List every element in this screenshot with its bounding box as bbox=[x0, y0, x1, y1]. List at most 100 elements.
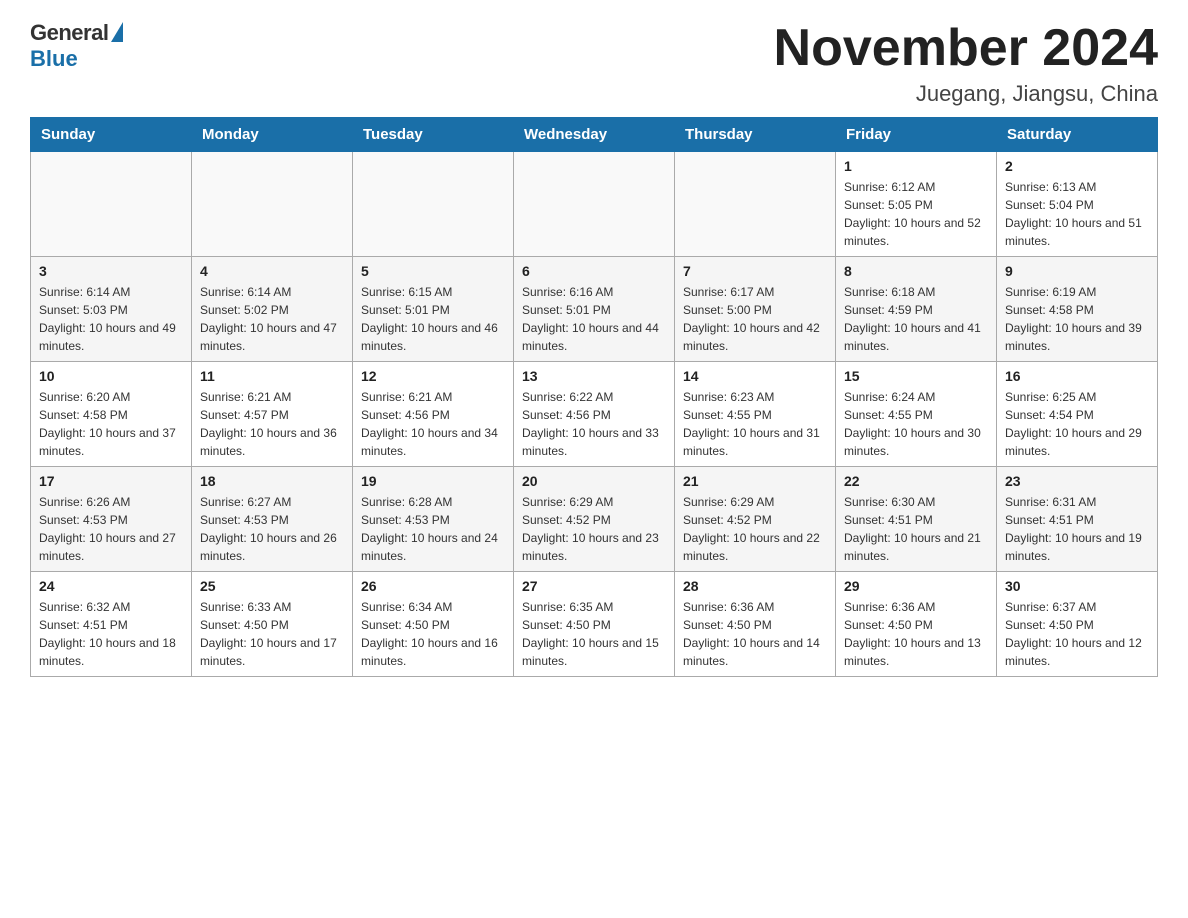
day-info: Sunrise: 6:17 AMSunset: 5:00 PMDaylight:… bbox=[683, 283, 827, 355]
weekday-header-saturday: Saturday bbox=[997, 118, 1158, 152]
calendar-cell: 17Sunrise: 6:26 AMSunset: 4:53 PMDayligh… bbox=[31, 467, 192, 572]
day-number: 22 bbox=[844, 473, 988, 489]
calendar-week-row: 3 Sunrise: 6:14 AMSunset: 5:03 PMDaylight… bbox=[31, 257, 1158, 362]
calendar-cell bbox=[353, 152, 514, 257]
calendar-cell: 11 Sunrise: 6:21 AMSunset: 4:57 PMDayligh… bbox=[192, 362, 353, 467]
calendar-cell: 8Sunrise: 6:18 AMSunset: 4:59 PMDaylight… bbox=[836, 257, 997, 362]
month-title: November 2024 bbox=[774, 20, 1158, 77]
calendar-cell: 26 Sunrise: 6:34 AMSunset: 4:50 PMDayligh… bbox=[353, 572, 514, 677]
day-info: Sunrise: 6:19 AMSunset: 4:58 PMDaylight:… bbox=[1005, 283, 1149, 355]
day-number: 18 bbox=[200, 473, 344, 489]
calendar-cell: 9 Sunrise: 6:19 AMSunset: 4:58 PMDaylight… bbox=[997, 257, 1158, 362]
day-info: Sunrise: 6:14 AMSunset: 5:03 PMDaylight:… bbox=[39, 283, 183, 355]
day-number: 11 bbox=[200, 368, 344, 384]
calendar-cell: 5 Sunrise: 6:15 AMSunset: 5:01 PMDaylight… bbox=[353, 257, 514, 362]
calendar-cell: 10Sunrise: 6:20 AMSunset: 4:58 PMDayligh… bbox=[31, 362, 192, 467]
calendar-table: SundayMondayTuesdayWednesdayThursdayFrid… bbox=[30, 117, 1158, 677]
weekday-header-sunday: Sunday bbox=[31, 118, 192, 152]
day-number: 9 bbox=[1005, 263, 1149, 279]
calendar-cell: 4Sunrise: 6:14 AMSunset: 5:02 PMDaylight… bbox=[192, 257, 353, 362]
day-number: 23 bbox=[1005, 473, 1149, 489]
calendar-cell: 24Sunrise: 6:32 AMSunset: 4:51 PMDayligh… bbox=[31, 572, 192, 677]
day-number: 6 bbox=[522, 263, 666, 279]
day-number: 26 bbox=[361, 578, 505, 594]
day-number: 27 bbox=[522, 578, 666, 594]
logo: General Blue bbox=[30, 20, 123, 72]
day-info: Sunrise: 6:30 AMSunset: 4:51 PMDaylight:… bbox=[844, 493, 988, 565]
day-number: 16 bbox=[1005, 368, 1149, 384]
day-number: 17 bbox=[39, 473, 183, 489]
calendar-week-row: 17Sunrise: 6:26 AMSunset: 4:53 PMDayligh… bbox=[31, 467, 1158, 572]
day-info: Sunrise: 6:21 AMSunset: 4:57 PMDaylight:… bbox=[200, 388, 344, 460]
calendar-cell: 21Sunrise: 6:29 AMSunset: 4:52 PMDayligh… bbox=[675, 467, 836, 572]
calendar-cell bbox=[514, 152, 675, 257]
day-number: 7 bbox=[683, 263, 827, 279]
day-number: 28 bbox=[683, 578, 827, 594]
calendar-cell: 22 Sunrise: 6:30 AMSunset: 4:51 PMDayligh… bbox=[836, 467, 997, 572]
day-number: 24 bbox=[39, 578, 183, 594]
day-number: 20 bbox=[522, 473, 666, 489]
calendar-cell: 13 Sunrise: 6:22 AMSunset: 4:56 PMDayligh… bbox=[514, 362, 675, 467]
calendar-cell: 6 Sunrise: 6:16 AMSunset: 5:01 PMDaylight… bbox=[514, 257, 675, 362]
calendar-cell: 12 Sunrise: 6:21 AMSunset: 4:56 PMDayligh… bbox=[353, 362, 514, 467]
calendar-cell: 18 Sunrise: 6:27 AMSunset: 4:53 PMDayligh… bbox=[192, 467, 353, 572]
calendar-cell: 27 Sunrise: 6:35 AMSunset: 4:50 PMDayligh… bbox=[514, 572, 675, 677]
day-number: 2 bbox=[1005, 158, 1149, 174]
day-number: 14 bbox=[683, 368, 827, 384]
day-info: Sunrise: 6:35 AMSunset: 4:50 PMDaylight:… bbox=[522, 598, 666, 670]
calendar-cell bbox=[31, 152, 192, 257]
day-info: Sunrise: 6:25 AMSunset: 4:54 PMDaylight:… bbox=[1005, 388, 1149, 460]
day-number: 13 bbox=[522, 368, 666, 384]
calendar-cell: 20 Sunrise: 6:29 AMSunset: 4:52 PMDayligh… bbox=[514, 467, 675, 572]
day-info: Sunrise: 6:12 AMSunset: 5:05 PMDaylight:… bbox=[844, 178, 988, 250]
title-area: November 2024 Juegang, Jiangsu, China bbox=[774, 20, 1158, 107]
calendar-cell: 25Sunrise: 6:33 AMSunset: 4:50 PMDayligh… bbox=[192, 572, 353, 677]
calendar-week-row: 10Sunrise: 6:20 AMSunset: 4:58 PMDayligh… bbox=[31, 362, 1158, 467]
day-number: 5 bbox=[361, 263, 505, 279]
calendar-cell: 1 Sunrise: 6:12 AMSunset: 5:05 PMDaylight… bbox=[836, 152, 997, 257]
day-number: 1 bbox=[844, 158, 988, 174]
calendar-cell: 30Sunrise: 6:37 AMSunset: 4:50 PMDayligh… bbox=[997, 572, 1158, 677]
day-info: Sunrise: 6:15 AMSunset: 5:01 PMDaylight:… bbox=[361, 283, 505, 355]
weekday-header-row: SundayMondayTuesdayWednesdayThursdayFrid… bbox=[31, 118, 1158, 152]
day-info: Sunrise: 6:36 AMSunset: 4:50 PMDaylight:… bbox=[683, 598, 827, 670]
weekday-header-wednesday: Wednesday bbox=[514, 118, 675, 152]
calendar-week-row: 24Sunrise: 6:32 AMSunset: 4:51 PMDayligh… bbox=[31, 572, 1158, 677]
calendar-cell: 7 Sunrise: 6:17 AMSunset: 5:00 PMDaylight… bbox=[675, 257, 836, 362]
day-info: Sunrise: 6:23 AMSunset: 4:55 PMDaylight:… bbox=[683, 388, 827, 460]
calendar-cell: 14 Sunrise: 6:23 AMSunset: 4:55 PMDayligh… bbox=[675, 362, 836, 467]
day-info: Sunrise: 6:24 AMSunset: 4:55 PMDaylight:… bbox=[844, 388, 988, 460]
day-info: Sunrise: 6:14 AMSunset: 5:02 PMDaylight:… bbox=[200, 283, 344, 355]
calendar-cell: 19 Sunrise: 6:28 AMSunset: 4:53 PMDayligh… bbox=[353, 467, 514, 572]
calendar-cell bbox=[192, 152, 353, 257]
day-info: Sunrise: 6:29 AMSunset: 4:52 PMDaylight:… bbox=[522, 493, 666, 565]
day-info: Sunrise: 6:37 AMSunset: 4:50 PMDaylight:… bbox=[1005, 598, 1149, 670]
day-info: Sunrise: 6:31 AMSunset: 4:51 PMDaylight:… bbox=[1005, 493, 1149, 565]
day-info: Sunrise: 6:34 AMSunset: 4:50 PMDaylight:… bbox=[361, 598, 505, 670]
day-info: Sunrise: 6:36 AMSunset: 4:50 PMDaylight:… bbox=[844, 598, 988, 670]
calendar-cell: 16 Sunrise: 6:25 AMSunset: 4:54 PMDayligh… bbox=[997, 362, 1158, 467]
calendar-cell: 3 Sunrise: 6:14 AMSunset: 5:03 PMDaylight… bbox=[31, 257, 192, 362]
day-number: 3 bbox=[39, 263, 183, 279]
page-header: General Blue November 2024 Juegang, Jian… bbox=[30, 20, 1158, 107]
location-text: Juegang, Jiangsu, China bbox=[774, 81, 1158, 107]
calendar-cell: 15 Sunrise: 6:24 AMSunset: 4:55 PMDayligh… bbox=[836, 362, 997, 467]
day-info: Sunrise: 6:16 AMSunset: 5:01 PMDaylight:… bbox=[522, 283, 666, 355]
day-info: Sunrise: 6:33 AMSunset: 4:50 PMDaylight:… bbox=[200, 598, 344, 670]
day-number: 21 bbox=[683, 473, 827, 489]
day-info: Sunrise: 6:22 AMSunset: 4:56 PMDaylight:… bbox=[522, 388, 666, 460]
calendar-week-row: 1 Sunrise: 6:12 AMSunset: 5:05 PMDaylight… bbox=[31, 152, 1158, 257]
calendar-cell: 28 Sunrise: 6:36 AMSunset: 4:50 PMDayligh… bbox=[675, 572, 836, 677]
day-info: Sunrise: 6:13 AMSunset: 5:04 PMDaylight:… bbox=[1005, 178, 1149, 250]
day-number: 19 bbox=[361, 473, 505, 489]
weekday-header-thursday: Thursday bbox=[675, 118, 836, 152]
day-info: Sunrise: 6:20 AMSunset: 4:58 PMDaylight:… bbox=[39, 388, 183, 460]
weekday-header-friday: Friday bbox=[836, 118, 997, 152]
day-info: Sunrise: 6:28 AMSunset: 4:53 PMDaylight:… bbox=[361, 493, 505, 565]
day-number: 15 bbox=[844, 368, 988, 384]
day-number: 12 bbox=[361, 368, 505, 384]
calendar-cell bbox=[675, 152, 836, 257]
day-info: Sunrise: 6:21 AMSunset: 4:56 PMDaylight:… bbox=[361, 388, 505, 460]
day-info: Sunrise: 6:18 AMSunset: 4:59 PMDaylight:… bbox=[844, 283, 988, 355]
day-info: Sunrise: 6:27 AMSunset: 4:53 PMDaylight:… bbox=[200, 493, 344, 565]
